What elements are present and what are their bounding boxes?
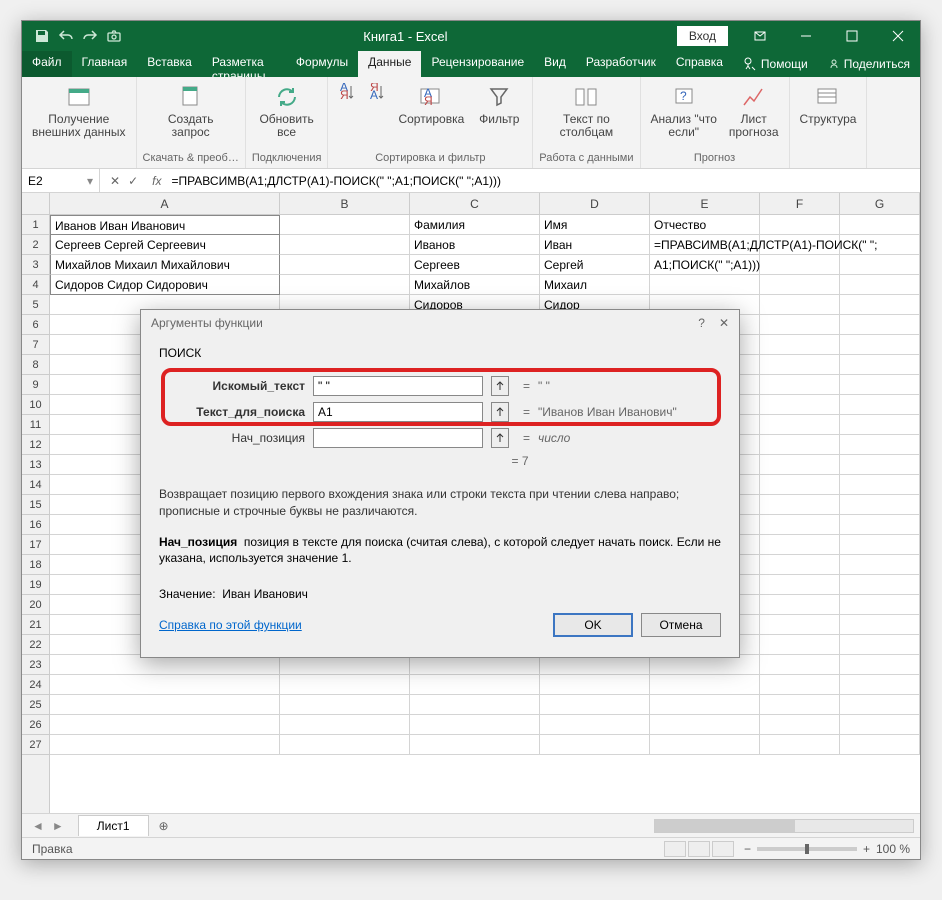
menu-data[interactable]: Данные	[358, 51, 421, 77]
function-arguments-dialog: Аргументы функции ? ✕ ПОИСК Искомый_текс…	[140, 309, 740, 658]
zoom-slider[interactable]	[757, 847, 857, 851]
horizontal-scrollbar[interactable]	[654, 819, 914, 833]
dialog-title: Аргументы функции	[151, 316, 263, 330]
zoom-in-button[interactable]: +	[863, 842, 870, 856]
svg-text:Я: Я	[340, 88, 349, 101]
statusbar: Правка − + 100 %	[22, 837, 920, 859]
arg1-ref-button[interactable]	[491, 376, 509, 396]
menu-file[interactable]: Файл	[22, 51, 72, 77]
arg2-ref-button[interactable]	[491, 402, 509, 422]
new-query-button[interactable]: Создать запрос	[164, 81, 218, 141]
menu-home[interactable]: Главная	[72, 51, 138, 77]
sort-za-button[interactable]: ЯA	[364, 81, 390, 103]
ok-button[interactable]: OK	[553, 613, 633, 637]
menu-insert[interactable]: Вставка	[137, 51, 202, 77]
sheet-tab[interactable]: Лист1	[78, 815, 149, 836]
dialog-help-icon[interactable]: ?	[698, 316, 705, 330]
svg-text:A: A	[370, 88, 378, 101]
view-normal-button[interactable]	[664, 841, 686, 857]
arg2-input[interactable]	[313, 402, 483, 422]
tab-next-icon[interactable]: ►	[52, 819, 64, 833]
fx-icon[interactable]: fx	[148, 174, 165, 188]
window-title: Книга1 - Excel	[134, 29, 677, 44]
formula-bar: E2▾ ✕ ✓ fx =ПРАВСИМВ(A1;ДЛСТР(A1)-ПОИСК(…	[22, 169, 920, 193]
column-headers[interactable]: ABCDEFG	[50, 193, 920, 215]
menu-help[interactable]: Справка	[666, 51, 733, 77]
name-box[interactable]: E2▾	[22, 169, 100, 192]
ribbon: Получение внешних данных Создать запрос С…	[22, 77, 920, 169]
arg1-label: Искомый_текст	[165, 379, 305, 393]
redo-icon[interactable]	[82, 28, 98, 44]
view-break-button[interactable]	[712, 841, 734, 857]
titlebar: Книга1 - Excel Вход	[22, 21, 920, 51]
add-sheet-button[interactable]: ⊕	[149, 819, 179, 833]
forecast-button[interactable]: Лист прогноза	[725, 81, 783, 141]
arg1-input[interactable]	[313, 376, 483, 396]
cancel-button[interactable]: Отмена	[641, 613, 721, 637]
ribbon-options-icon[interactable]	[738, 21, 782, 51]
zoom-level[interactable]: 100 %	[876, 842, 910, 856]
function-help-link[interactable]: Справка по этой функции	[159, 618, 302, 632]
menu-layout[interactable]: Разметка страницы	[202, 51, 286, 77]
sort-az-button[interactable]: AЯ	[334, 81, 360, 103]
filter-button[interactable]: Фильтр	[472, 81, 526, 128]
row-headers[interactable]: 1234567891011121314151617181920212223242…	[22, 193, 50, 813]
sheet-tabs-bar: ◄ ► Лист1 ⊕	[22, 813, 920, 837]
text-to-columns-button[interactable]: Текст по столбцам	[556, 81, 617, 141]
camera-icon[interactable]	[106, 28, 122, 44]
result-value: Значение: Иван Иванович	[155, 581, 725, 607]
function-name: ПОИСК	[155, 344, 725, 368]
svg-text:Я: Я	[424, 94, 433, 108]
tab-prev-icon[interactable]: ◄	[32, 819, 44, 833]
argument-description: Нач_позиция позиция в тексте для поиска …	[155, 530, 725, 582]
menu-share[interactable]: Поделиться	[818, 51, 920, 77]
menu-view[interactable]: Вид	[534, 51, 576, 77]
function-description: Возвращает позицию первого вхождения зна…	[155, 476, 725, 530]
refresh-all-button[interactable]: Обновить все	[255, 81, 317, 141]
menu-formulas[interactable]: Формулы	[286, 51, 358, 77]
sort-button[interactable]: AЯСортировка	[394, 81, 468, 128]
maximize-button[interactable]	[830, 21, 874, 51]
close-button[interactable]	[876, 21, 920, 51]
minimize-button[interactable]	[784, 21, 828, 51]
menu-developer[interactable]: Разработчик	[576, 51, 666, 77]
status-mode: Правка	[32, 842, 73, 856]
confirm-formula-icon[interactable]: ✓	[128, 174, 138, 188]
whatif-button[interactable]: ?Анализ "что если"	[647, 81, 721, 141]
dialog-close-icon[interactable]: ✕	[719, 316, 729, 330]
undo-icon[interactable]	[58, 28, 74, 44]
arg3-input[interactable]	[313, 428, 483, 448]
zoom-out-button[interactable]: −	[744, 842, 751, 856]
spreadsheet-cells[interactable]: Иванов Иван ИвановичФамилияИмяОтчество С…	[50, 215, 920, 755]
signin-button[interactable]: Вход	[677, 26, 728, 46]
outline-button[interactable]: Структура	[796, 81, 861, 128]
menubar: Файл Главная Вставка Разметка страницы Ф…	[22, 51, 920, 77]
menu-tellme[interactable]: Помощи	[733, 51, 818, 77]
external-data-button[interactable]: Получение внешних данных	[28, 81, 130, 141]
arg3-ref-button[interactable]	[491, 428, 509, 448]
view-layout-button[interactable]	[688, 841, 710, 857]
calc-result: = 7	[165, 454, 715, 468]
save-icon[interactable]	[34, 28, 50, 44]
arg2-label: Текст_для_поиска	[165, 405, 305, 419]
arg3-label: Нач_позиция	[165, 431, 305, 445]
cancel-formula-icon[interactable]: ✕	[110, 174, 120, 188]
menu-review[interactable]: Рецензирование	[421, 51, 534, 77]
svg-text:?: ?	[680, 89, 687, 103]
formula-input[interactable]: =ПРАВСИМВ(A1;ДЛСТР(A1)-ПОИСК(" ";A1;ПОИС…	[165, 174, 920, 188]
